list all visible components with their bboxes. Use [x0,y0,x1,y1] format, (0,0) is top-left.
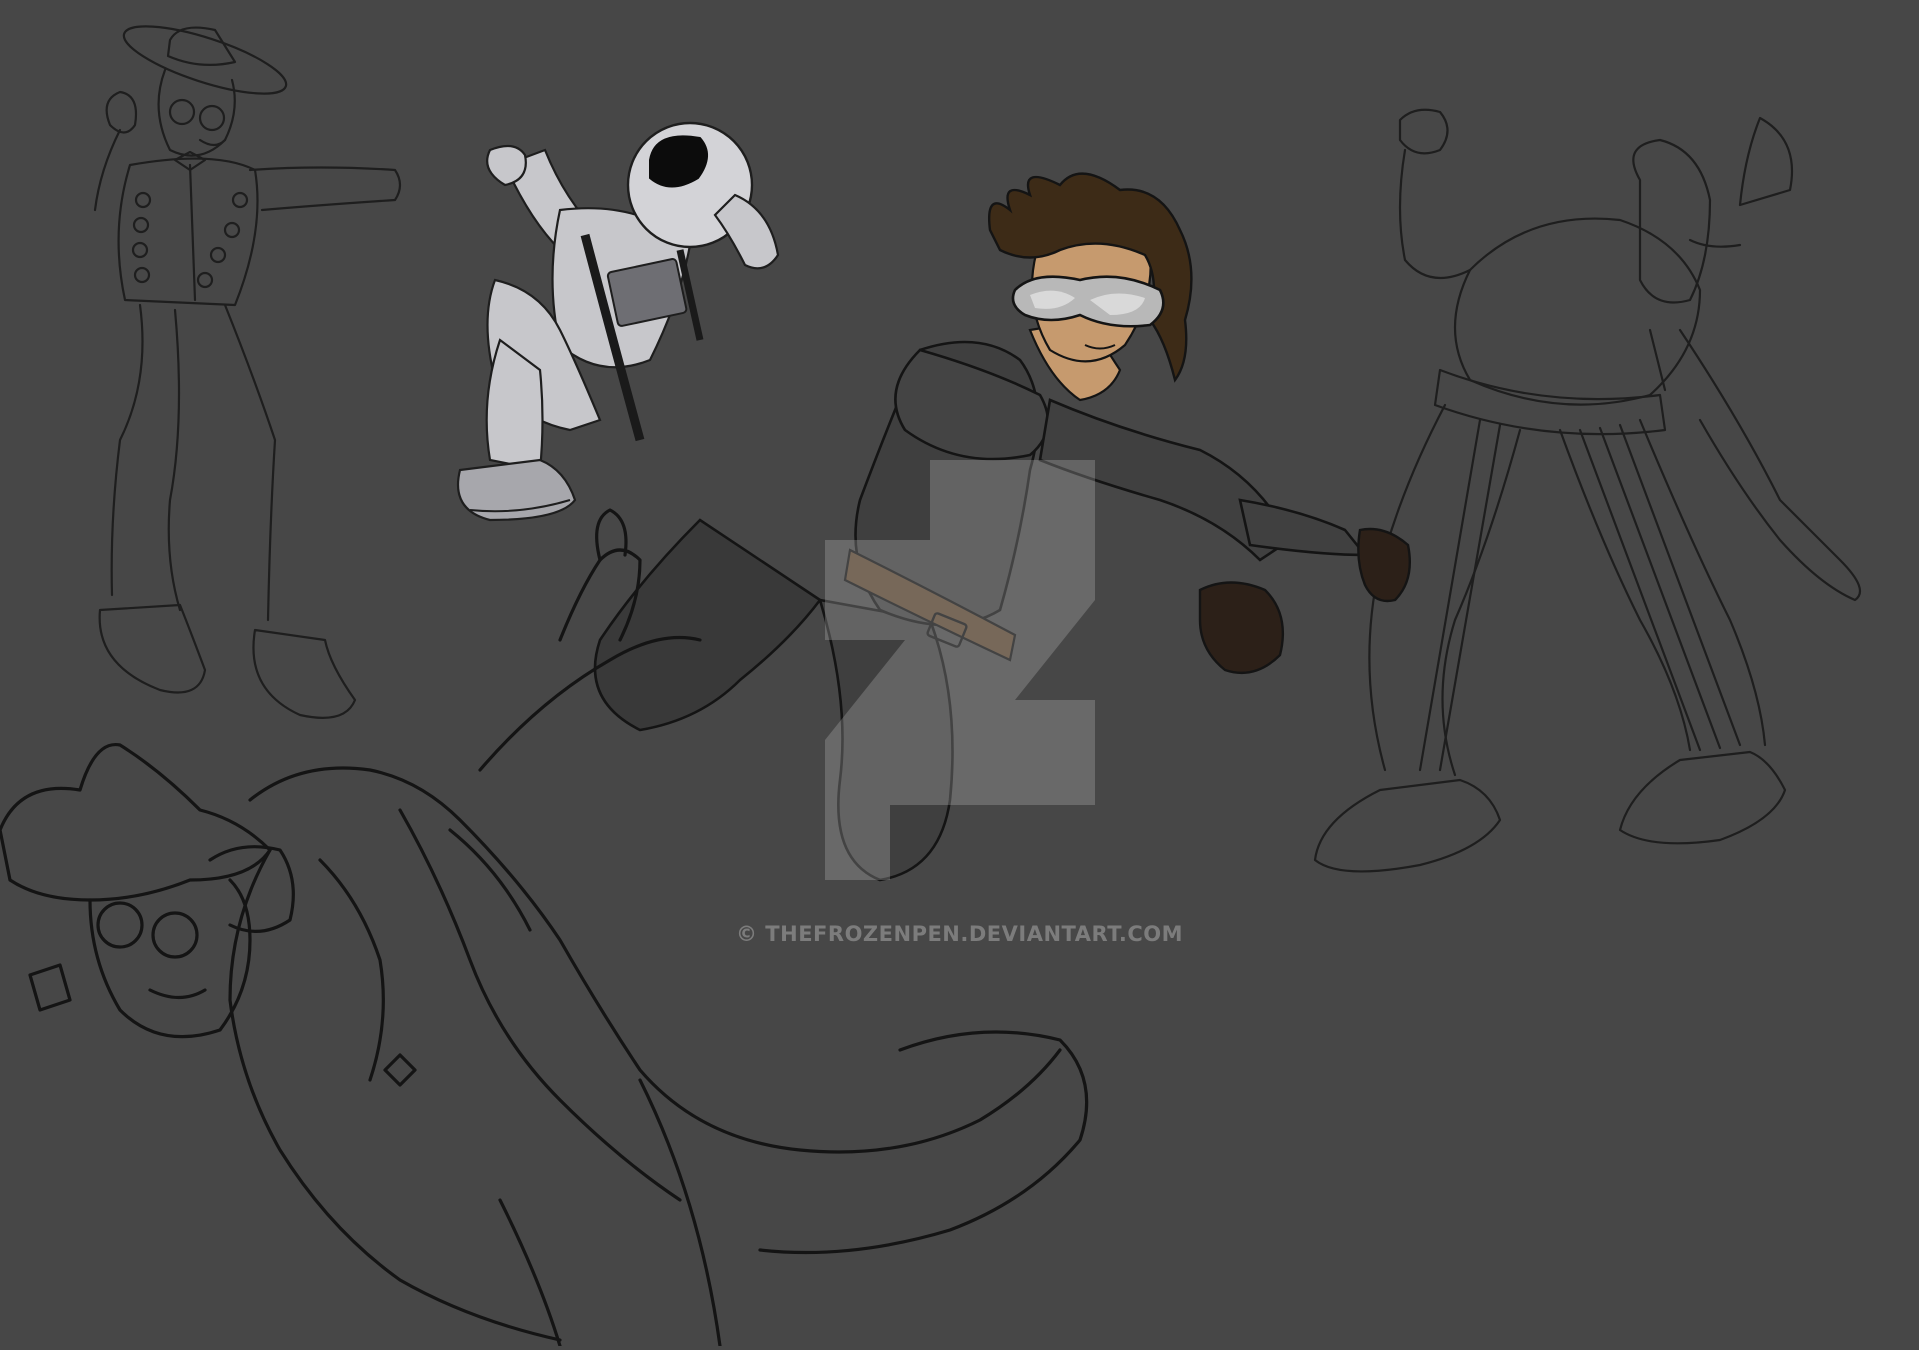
illustration-svg [0,25,1862,1348]
boater-hat-man-figure [93,25,402,719]
watermark-text: © THEFROZENPEN.DEVIANTART.COM [736,922,1183,946]
illustration-canvas: © THEFROZENPEN.DEVIANTART.COM [0,0,1919,1348]
striped-pants-brawler-figure [1313,108,1862,873]
astronaut-figure [456,121,780,522]
